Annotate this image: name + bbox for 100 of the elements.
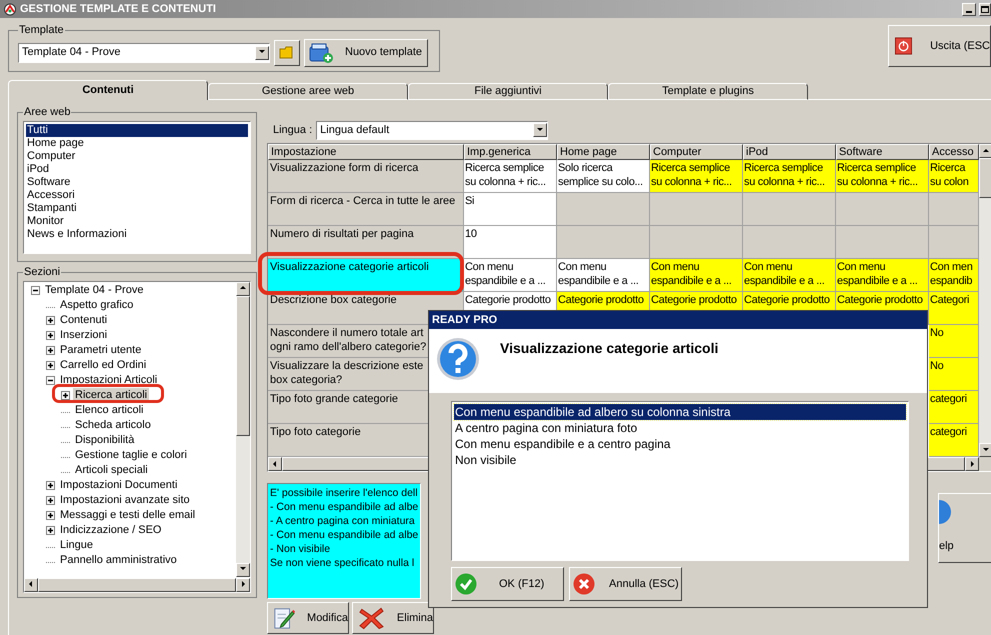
exit-button[interactable]: Uscita (ESC [888, 25, 991, 67]
scroll-right-button[interactable] [965, 457, 979, 471]
tree-item[interactable]: Impostazioni Documenti [58, 478, 180, 492]
table-cell[interactable]: No [929, 325, 979, 358]
column-header[interactable]: Impostazione [268, 144, 464, 160]
ok-button[interactable]: OK (F12) [451, 567, 564, 601]
scroll-left-button[interactable] [268, 457, 282, 471]
column-header[interactable]: Software [836, 144, 929, 160]
tree-item[interactable]: Carrello ed Ordini [58, 358, 148, 372]
expand-icon[interactable] [46, 330, 55, 340]
tree-item[interactable]: Parametri utente [58, 343, 144, 357]
table-cell[interactable] [929, 226, 979, 259]
scroll-down-button[interactable] [236, 562, 250, 576]
column-header[interactable]: iPod [743, 144, 836, 160]
expand-icon[interactable] [46, 316, 55, 324]
scroll-down-button[interactable] [979, 443, 991, 457]
setting-cell[interactable]: Form di ricerca - Cerca in tutte le aree [268, 193, 464, 226]
open-folder-button[interactable] [274, 40, 300, 66]
setting-cell[interactable]: Visualizzazione form di ricerca [268, 160, 464, 193]
tree-item[interactable]: Articoli speciali [73, 463, 150, 477]
tree-item[interactable]: Inserzioni [58, 328, 110, 342]
tree-item[interactable]: Disponibilità [73, 433, 136, 447]
list-item[interactable]: Stampanti [26, 202, 248, 214]
table-cell[interactable] [743, 226, 836, 259]
edit-button[interactable]: Modifica [267, 602, 349, 634]
table-cell[interactable]: Ricerca semplice su colonna + ric... [743, 160, 836, 193]
column-header[interactable]: Computer [650, 144, 743, 160]
table-cell[interactable]: Con menu espandibile e a ... [650, 259, 743, 292]
table-cell[interactable]: Con menu espandibile e a ... [464, 259, 557, 292]
table-cell[interactable]: Ricerca su colon [929, 160, 979, 193]
tree-item[interactable]: Elenco articoli [73, 403, 146, 417]
expand-icon[interactable] [61, 390, 70, 400]
tree-item[interactable]: Scheda articolo [73, 418, 153, 432]
minimize-button[interactable] [962, 2, 976, 16]
dropdown-button[interactable] [255, 46, 269, 60]
list-item[interactable]: Accessori [26, 188, 248, 202]
scroll-up-button[interactable] [236, 282, 250, 296]
table-cell[interactable]: categori [929, 424, 979, 457]
column-header[interactable]: Imp.generica [464, 144, 557, 160]
list-item[interactable]: News e Informazioni [26, 228, 248, 240]
tab[interactable]: Contenuti [8, 80, 208, 100]
table-cell[interactable]: Ricerca semplice su colonna + ric... [836, 160, 929, 193]
tree-item[interactable]: Contenuti [58, 313, 110, 327]
tree-item[interactable]: Impostazioni avanzate sito [58, 493, 192, 507]
table-cell[interactable] [557, 226, 650, 259]
table-cell[interactable]: Con menu espandibile e a ... [836, 259, 929, 292]
dropdown-button[interactable] [533, 123, 548, 137]
table-cell[interactable]: Con menu espandibile e a ... [557, 259, 650, 292]
tree-item[interactable]: Messaggi e testi delle email [58, 508, 198, 522]
scroll-up-button[interactable] [979, 144, 991, 158]
expand-icon[interactable] [46, 496, 55, 504]
vertical-scrollbar[interactable] [236, 282, 250, 576]
table-cell[interactable]: Con menu espandibile e a ... [743, 259, 836, 292]
table-cell[interactable]: Categori [929, 292, 979, 325]
table-cell[interactable]: Si [464, 193, 557, 226]
delete-button[interactable]: Elimina [352, 602, 434, 634]
tree-item[interactable]: Aspetto grafico [58, 298, 136, 312]
cancel-button[interactable]: Annulla (ESC) [569, 567, 682, 601]
table-cell[interactable]: categori [929, 391, 979, 424]
column-header[interactable]: Home page [557, 144, 650, 160]
list-item[interactable]: Computer [26, 150, 248, 162]
table-cell[interactable]: Solo ricerca semplice su colo... [557, 160, 650, 193]
table-cell[interactable]: Ricerca semplice su colonna + ric... [464, 160, 557, 193]
tab[interactable]: File aggiuntivi [408, 83, 608, 100]
collapse-icon[interactable] [31, 286, 40, 294]
expand-icon[interactable] [46, 346, 55, 354]
table-cell[interactable] [650, 226, 743, 259]
table-cell[interactable] [836, 226, 929, 259]
table-cell[interactable] [836, 193, 929, 226]
tree-item[interactable]: Impostazioni Articoli [58, 373, 160, 387]
scroll-right-button[interactable] [236, 578, 250, 592]
table-cell[interactable]: Con men espandib [929, 259, 979, 292]
expand-icon[interactable] [46, 510, 55, 520]
table-cell[interactable]: 10 [464, 226, 557, 259]
list-item[interactable]: Tutti [26, 124, 248, 136]
table-cell[interactable] [557, 193, 650, 226]
tree-item[interactable]: Lingue [58, 538, 96, 552]
expand-icon[interactable] [46, 480, 55, 490]
tree-item[interactable]: Template 04 - Prove [43, 283, 146, 297]
tab[interactable]: Gestione aree web [208, 83, 408, 100]
scroll-thumb[interactable] [979, 158, 991, 198]
table-cell[interactable]: Ricerca semplice su colonna + ric... [650, 160, 743, 193]
maximize-button[interactable] [979, 2, 991, 16]
help-button[interactable]: elp [938, 493, 991, 563]
table-cell[interactable] [929, 193, 979, 226]
list-item[interactable]: Con menu espandibile ad albero su colonna sinistra [454, 404, 906, 420]
list-item[interactable]: iPod [26, 162, 248, 176]
table-cell[interactable]: No [929, 358, 979, 391]
table-cell[interactable] [743, 193, 836, 226]
new-template-button[interactable]: Nuovo template [304, 38, 428, 66]
scroll-left-button[interactable] [24, 578, 38, 592]
expand-icon[interactable] [46, 360, 55, 370]
table-cell[interactable] [650, 193, 743, 226]
expand-icon[interactable] [46, 526, 55, 534]
list-item[interactable]: Monitor [26, 214, 248, 228]
scroll-thumb[interactable] [236, 296, 250, 436]
list-item[interactable]: Home page [26, 136, 248, 150]
language-select[interactable]: Lingua default [316, 120, 548, 140]
collapse-icon[interactable] [46, 376, 55, 384]
list-item[interactable]: Software [26, 176, 248, 188]
